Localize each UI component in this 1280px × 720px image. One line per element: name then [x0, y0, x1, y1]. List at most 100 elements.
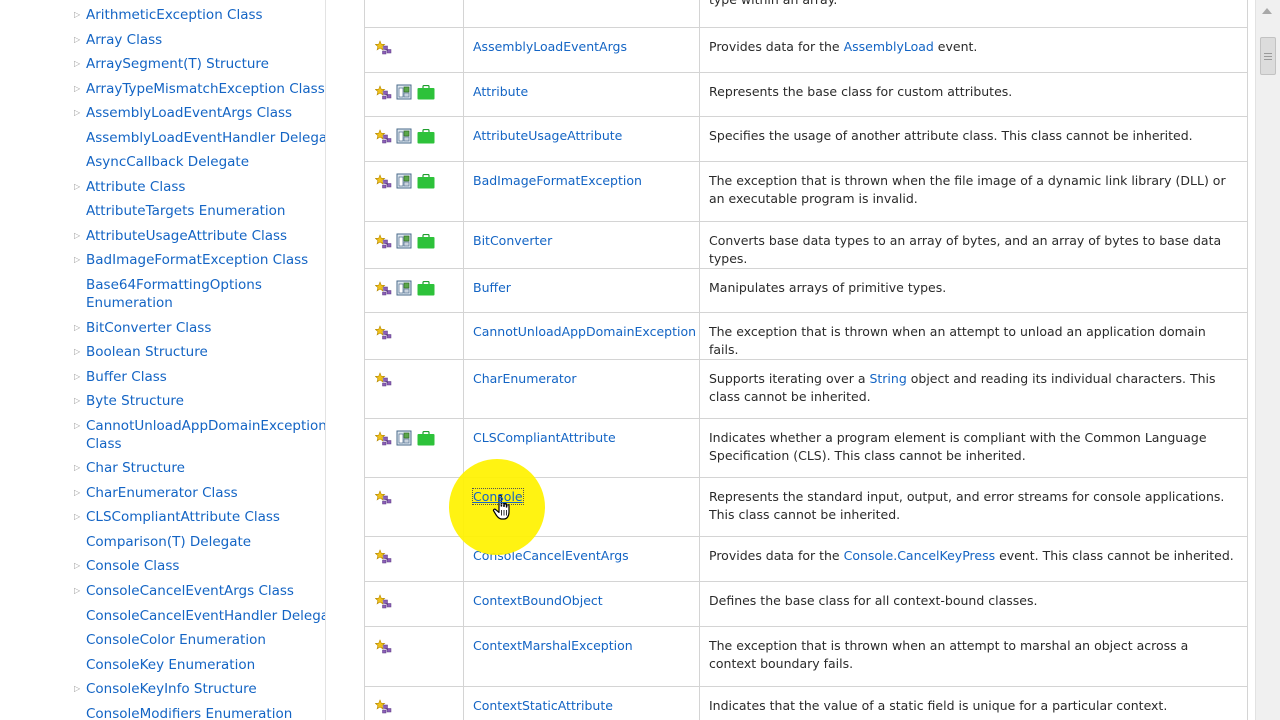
expand-arrow-icon[interactable]: ▷: [74, 104, 82, 122]
expand-arrow-icon[interactable]: ▷: [74, 55, 82, 73]
class-name-link[interactable]: CharEnumerator: [473, 371, 577, 386]
sidebar-item-label[interactable]: CannotUnloadAppDomainException Class: [86, 418, 325, 452]
description-link[interactable]: AssemblyLoad: [844, 39, 934, 54]
sidebar-item[interactable]: ▷ ConsoleKeyInfo Structure: [0, 680, 325, 698]
sidebar-item-label[interactable]: ArraySegment(T) Structure: [86, 56, 269, 72]
sidebar-item-label[interactable]: ArithmeticException Class: [86, 7, 263, 23]
class-name-link[interactable]: Console: [472, 488, 524, 505]
sidebar-item[interactable]: ▷ Console Class: [0, 557, 325, 575]
class-name-link[interactable]: Buffer: [473, 280, 511, 295]
expand-arrow-icon[interactable]: ▷: [74, 582, 82, 600]
sidebar-item-label[interactable]: Byte Structure: [86, 393, 184, 409]
class-name-link[interactable]: ConsoleCancelEventArgs: [473, 548, 629, 563]
sidebar-item-label[interactable]: Char Structure: [86, 460, 185, 476]
sidebar-item[interactable]: ▷ BadImageFormatException Class: [0, 251, 325, 269]
expand-arrow-icon[interactable]: ▷: [74, 557, 82, 575]
sidebar-item-label[interactable]: Boolean Structure: [86, 344, 208, 360]
class-name-link[interactable]: BadImageFormatException: [473, 173, 642, 188]
expand-arrow-icon[interactable]: ▷: [74, 368, 82, 386]
sidebar-item[interactable]: ConsoleKey Enumeration: [0, 656, 325, 674]
expand-arrow-icon[interactable]: ▷: [74, 80, 82, 98]
sidebar-item-label[interactable]: Attribute Class: [86, 179, 185, 195]
sidebar-item[interactable]: ▷ CharEnumerator Class: [0, 484, 325, 502]
expand-arrow-icon[interactable]: ▷: [74, 31, 82, 49]
sidebar-item[interactable]: ▷ Byte Structure: [0, 392, 325, 410]
class-name-link[interactable]: Attribute: [473, 84, 528, 99]
sidebar-item[interactable]: ▷ Boolean Structure: [0, 343, 325, 361]
sidebar-item-label[interactable]: BitConverter Class: [86, 320, 211, 336]
sidebar-item[interactable]: AttributeTargets Enumeration: [0, 202, 325, 220]
sidebar-item-label[interactable]: AttributeTargets Enumeration: [86, 203, 285, 219]
sidebar-item-label[interactable]: Array Class: [86, 32, 162, 48]
sidebar-item[interactable]: AsyncCallback Delegate: [0, 153, 325, 171]
expand-arrow-icon[interactable]: ▷: [74, 343, 82, 361]
vertical-scrollbar[interactable]: [1255, 0, 1280, 720]
class-name-link[interactable]: ContextBoundObject: [473, 593, 603, 608]
sidebar-item[interactable]: ▷ CannotUnloadAppDomainException Class: [0, 417, 325, 453]
sidebar-item-label[interactable]: ConsoleCancelEventHandler Delegate: [86, 608, 325, 624]
expand-arrow-icon[interactable]: ▷: [74, 459, 82, 477]
expand-arrow-icon[interactable]: ▷: [74, 508, 82, 526]
class-name-link[interactable]: CLSCompliantAttribute: [473, 430, 616, 445]
class-name-link[interactable]: ContextStaticAttribute: [473, 698, 613, 713]
sidebar-item-label[interactable]: ConsoleColor Enumeration: [86, 632, 266, 648]
sidebar-item[interactable]: ▷ ArrayTypeMismatchException Class: [0, 80, 325, 98]
sidebar-item[interactable]: ▷ Array Class: [0, 31, 325, 49]
sidebar-item-label[interactable]: ConsoleKey Enumeration: [86, 657, 255, 673]
description-cell: Provides data for the AssemblyLoad event…: [699, 27, 1248, 73]
icons-cell: [364, 268, 464, 313]
expand-arrow-icon[interactable]: ▷: [74, 178, 82, 196]
sidebar-item[interactable]: ConsoleColor Enumeration: [0, 631, 325, 649]
description-link[interactable]: Console.CancelKeyPress: [844, 548, 996, 563]
sidebar-item-label[interactable]: Console Class: [86, 558, 179, 574]
sidebar-item[interactable]: ▷ Buffer Class: [0, 368, 325, 386]
class-name-link[interactable]: CannotUnloadAppDomainException: [473, 324, 696, 339]
sidebar-item-label[interactable]: ConsoleCancelEventArgs Class: [86, 583, 294, 599]
scrollbar-thumb[interactable]: [1260, 37, 1276, 75]
sidebar-item[interactable]: Comparison(T) Delegate: [0, 533, 325, 551]
sidebar-item-label[interactable]: ConsoleModifiers Enumeration: [86, 706, 292, 720]
name-cell: AttributeUsageAttribute: [463, 116, 700, 162]
sidebar-item[interactable]: AssemblyLoadEventHandler Delegate: [0, 129, 325, 147]
expand-arrow-icon[interactable]: ▷: [74, 6, 82, 24]
sidebar-item-label[interactable]: ArrayTypeMismatchException Class: [86, 81, 325, 97]
sidebar-item[interactable]: ▷ AttributeUsageAttribute Class: [0, 227, 325, 245]
sidebar-item-label[interactable]: ConsoleKeyInfo Structure: [86, 681, 257, 697]
sidebar-item-label[interactable]: AssemblyLoadEventArgs Class: [86, 105, 292, 121]
scroll-up-arrow-icon[interactable]: [1262, 8, 1272, 14]
sidebar-item[interactable]: ▷ Char Structure: [0, 459, 325, 477]
expand-arrow-icon[interactable]: ▷: [74, 227, 82, 245]
sidebar-item-label[interactable]: CLSCompliantAttribute Class: [86, 509, 280, 525]
sidebar-item-label[interactable]: Base64FormattingOptions Enumeration: [86, 277, 262, 311]
sidebar-item-label[interactable]: AttributeUsageAttribute Class: [86, 228, 287, 244]
sidebar-item-label[interactable]: Buffer Class: [86, 369, 167, 385]
expand-arrow-icon[interactable]: ▷: [74, 680, 82, 698]
sidebar-item[interactable]: ▷ BitConverter Class: [0, 319, 325, 337]
class-name-link[interactable]: AssemblyLoadEventArgs: [473, 39, 627, 54]
sidebar-item[interactable]: ConsoleModifiers Enumeration: [0, 705, 325, 720]
description-cell: Provides data for the Console.CancelKeyP…: [699, 536, 1248, 582]
sidebar-item[interactable]: ▷ Attribute Class: [0, 178, 325, 196]
sidebar-item-label[interactable]: AssemblyLoadEventHandler Delegate: [86, 130, 325, 146]
expand-arrow-icon[interactable]: ▷: [74, 251, 82, 269]
sidebar-item-label[interactable]: CharEnumerator Class: [86, 485, 238, 501]
class-name-link[interactable]: AttributeUsageAttribute: [473, 128, 622, 143]
expand-arrow-icon[interactable]: ▷: [74, 319, 82, 337]
class-name-link[interactable]: ContextMarshalException: [473, 638, 633, 653]
sidebar-item-label[interactable]: BadImageFormatException Class: [86, 252, 308, 268]
sidebar-item[interactable]: ConsoleCancelEventHandler Delegate: [0, 607, 325, 625]
sidebar-item-label[interactable]: AsyncCallback Delegate: [86, 154, 249, 170]
description-text: Indicates whether a program element is c…: [709, 430, 1207, 463]
sidebar-item[interactable]: ▷ ArraySegment(T) Structure: [0, 55, 325, 73]
expand-arrow-icon[interactable]: ▷: [74, 484, 82, 502]
sidebar-item[interactable]: ▷ AssemblyLoadEventArgs Class: [0, 104, 325, 122]
description-link[interactable]: String: [869, 371, 906, 386]
sidebar-item[interactable]: ▷ ConsoleCancelEventArgs Class: [0, 582, 325, 600]
sidebar-item[interactable]: Base64FormattingOptions Enumeration: [0, 276, 325, 312]
expand-arrow-icon[interactable]: ▷: [74, 417, 82, 435]
sidebar-item-label[interactable]: Comparison(T) Delegate: [86, 534, 251, 550]
class-name-link[interactable]: BitConverter: [473, 233, 552, 248]
sidebar-item[interactable]: ▷ CLSCompliantAttribute Class: [0, 508, 325, 526]
sidebar-item[interactable]: ▷ ArithmeticException Class: [0, 6, 325, 24]
expand-arrow-icon[interactable]: ▷: [74, 392, 82, 410]
